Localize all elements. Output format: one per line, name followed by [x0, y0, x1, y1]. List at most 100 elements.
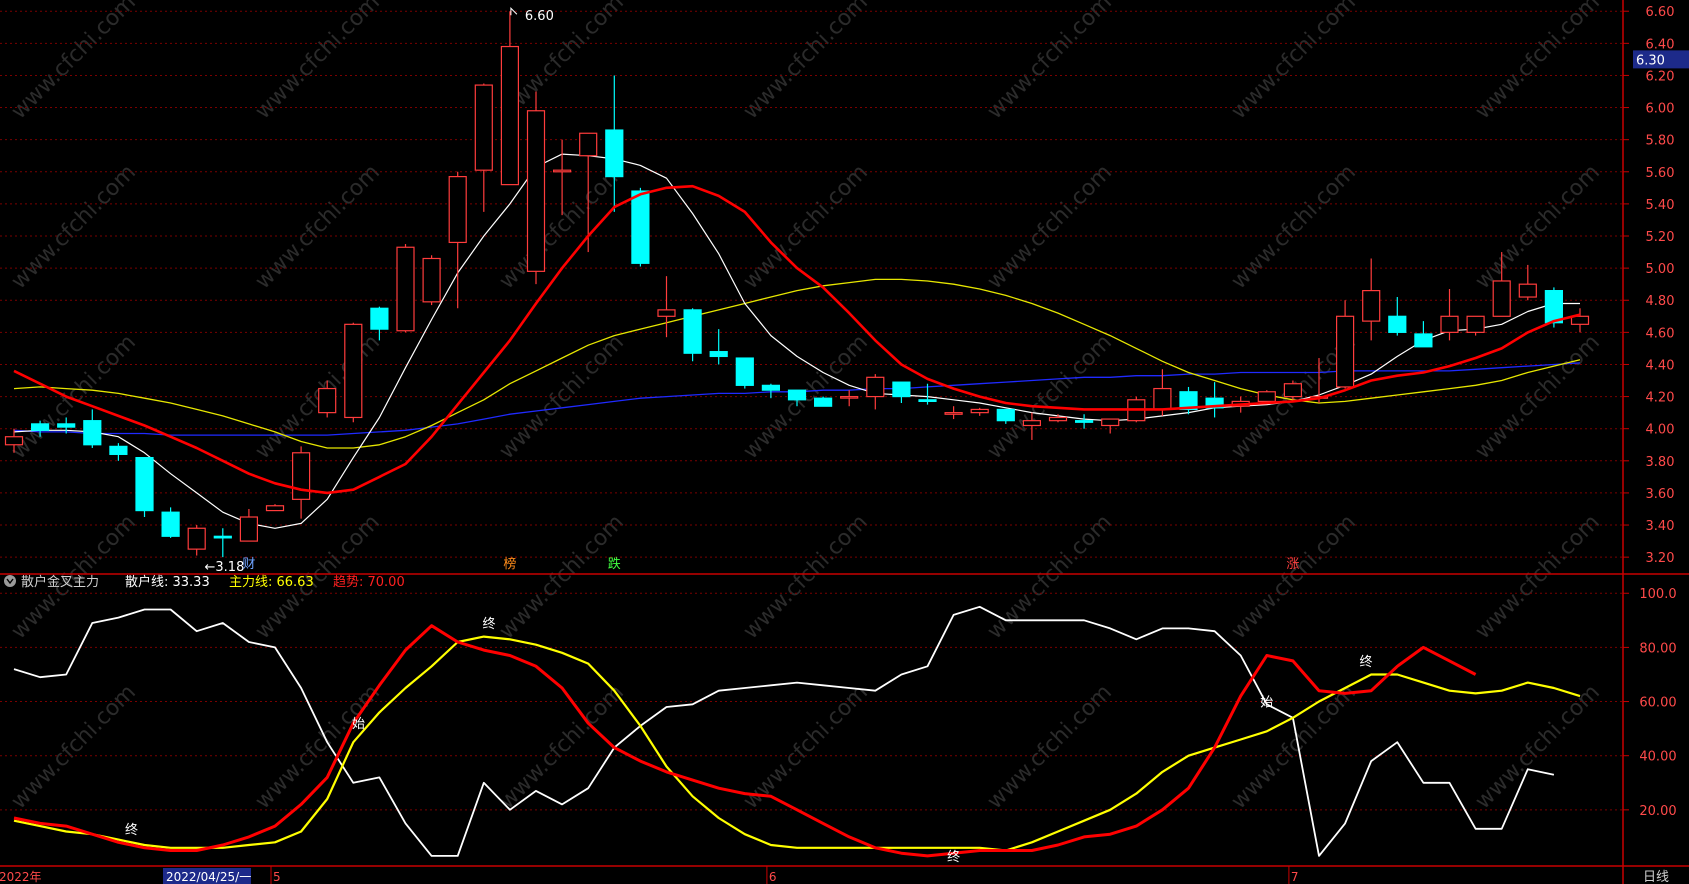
- watermark-text: www.cfchi.com: [739, 510, 873, 644]
- price-tick-label: 3.80: [1646, 455, 1675, 470]
- candle-body[interactable]: [1022, 420, 1042, 427]
- candle-body[interactable]: [605, 129, 624, 178]
- candle-body[interactable]: [448, 176, 467, 244]
- candle-body[interactable]: [944, 412, 963, 415]
- watermark-text: www.cfchi.com: [983, 680, 1117, 814]
- candlestick-series[interactable]: [4, 11, 1590, 558]
- signal-label: 始: [1260, 696, 1273, 711]
- price-tick-label: 6.60: [1646, 5, 1675, 20]
- candle-body[interactable]: [996, 408, 1015, 422]
- watermark-text: www.cfchi.com: [1471, 330, 1605, 464]
- watermark-text: www.cfchi.com: [495, 680, 629, 814]
- candle-body[interactable]: [135, 457, 154, 512]
- candle-body[interactable]: [552, 169, 572, 173]
- candle-body[interactable]: [1362, 290, 1381, 322]
- candle-body[interactable]: [161, 511, 180, 537]
- candle-body[interactable]: [474, 84, 493, 171]
- candle-body[interactable]: [813, 397, 833, 407]
- date-tick-label: 7: [1291, 870, 1299, 884]
- candle-body[interactable]: [187, 527, 206, 550]
- indicator-name[interactable]: 散户金叉主力: [21, 574, 99, 590]
- candle-body[interactable]: [344, 323, 363, 419]
- candle-body[interactable]: [83, 420, 102, 446]
- watermark-text: www.cfchi.com: [495, 510, 629, 644]
- trend-line: [13, 624, 1477, 858]
- candle-body[interactable]: [1153, 387, 1172, 411]
- price-tick-label: 6.00: [1646, 102, 1675, 117]
- price-tick-label: 5.20: [1646, 230, 1675, 245]
- candle-body[interactable]: [1570, 315, 1590, 325]
- candle-body[interactable]: [579, 132, 598, 157]
- candle-body[interactable]: [500, 45, 519, 186]
- candle-body[interactable]: [761, 384, 781, 391]
- watermark-text: www.cfchi.com: [251, 680, 385, 814]
- candle-body[interactable]: [4, 436, 24, 446]
- high-marker-label: 6.60: [525, 9, 554, 24]
- watermark-text: www.cfchi.com: [495, 330, 629, 464]
- watermark-text: www.cfchi.com: [739, 0, 873, 124]
- candle-body[interactable]: [1257, 391, 1276, 403]
- candle-body[interactable]: [970, 408, 989, 414]
- candle-body[interactable]: [892, 381, 911, 398]
- candle-body[interactable]: [918, 399, 937, 402]
- indicator-value-label: 散户线: 33.33: [125, 574, 210, 590]
- indicator-legend[interactable]: 散户金叉主力 散户线: 33.33 主力线: 66.63 趋势: 70.00: [4, 574, 405, 590]
- price-tick-label: 4.20: [1646, 391, 1675, 406]
- watermark-text: www.cfchi.com: [7, 330, 141, 464]
- candle-body[interactable]: [396, 246, 415, 332]
- price-tick-label: 5.80: [1646, 134, 1675, 149]
- selected-date-label: 2022/04/25/一: [166, 870, 251, 884]
- candle-body[interactable]: [1518, 283, 1537, 298]
- candle-body[interactable]: [370, 307, 389, 330]
- candle-body[interactable]: [1466, 315, 1485, 333]
- candle-body[interactable]: [840, 395, 859, 399]
- watermark-text: www.cfchi.com: [7, 680, 141, 814]
- candle-body[interactable]: [57, 423, 76, 428]
- candle-body[interactable]: [787, 389, 807, 401]
- price-tick-label: 3.60: [1646, 487, 1675, 502]
- candle-body[interactable]: [1101, 418, 1120, 427]
- candle-body[interactable]: [31, 423, 50, 431]
- candle-body[interactable]: [265, 505, 285, 512]
- candle-body[interactable]: [1335, 315, 1355, 388]
- panel-frames: [0, 0, 1689, 884]
- watermark-layer: www.cfchi.com www.cfchi.com www.cfchi.com w…: [7, 0, 1605, 814]
- candle-body[interactable]: [1440, 315, 1459, 333]
- candle-body[interactable]: [657, 309, 676, 317]
- indicator-menu-icon[interactable]: [4, 575, 16, 587]
- watermark-text: www.cfchi.com: [1471, 510, 1605, 644]
- candle-body[interactable]: [1544, 290, 1564, 324]
- candle-body[interactable]: [526, 110, 546, 272]
- period-label[interactable]: 日线: [1643, 870, 1669, 884]
- watermark-text: www.cfchi.com: [7, 160, 141, 294]
- candle-body[interactable]: [213, 535, 232, 539]
- candle-body[interactable]: [1492, 280, 1511, 317]
- candle-body[interactable]: [318, 387, 337, 414]
- indicator-lines: [13, 605, 1581, 858]
- watermark-text: www.cfchi.com: [983, 330, 1117, 464]
- candle-body[interactable]: [1048, 416, 1068, 422]
- price-tick-label: 4.40: [1646, 358, 1675, 373]
- price-axis: 6.60 6.40 6.20 6.00 5.80 5.60 5.40 5.20 5.00 4.80…: [1623, 5, 1689, 566]
- chart-canvas[interactable]: www.cfchi.com www.cfchi.com www.cfchi.com w…: [0, 0, 1689, 884]
- price-tick-label: 5.40: [1646, 198, 1675, 213]
- candle-body[interactable]: [292, 452, 311, 500]
- price-tick-label: 6.40: [1646, 37, 1675, 52]
- candle-body[interactable]: [683, 309, 702, 354]
- candle-body[interactable]: [1414, 333, 1433, 348]
- candle-body[interactable]: [866, 376, 885, 398]
- date-axis: 2022年 2022/04/25/一 5 6 7 日线: [0, 866, 1669, 884]
- candle-body[interactable]: [109, 445, 128, 455]
- candle-body[interactable]: [422, 257, 441, 303]
- indicator-axis: 100.0 80.00 60.00 40.00 20.00: [1623, 587, 1677, 819]
- candle-body[interactable]: [239, 516, 258, 542]
- signal-label: 终: [125, 822, 138, 838]
- candle-body[interactable]: [1074, 420, 1094, 423]
- candle-body[interactable]: [631, 190, 650, 264]
- candle-body[interactable]: [1283, 383, 1303, 398]
- watermark-text: www.cfchi.com: [1227, 510, 1361, 644]
- candle-body[interactable]: [735, 357, 754, 386]
- candle-body[interactable]: [709, 351, 728, 358]
- candle-body[interactable]: [1388, 315, 1407, 333]
- watermark-text: www.cfchi.com: [1227, 160, 1361, 294]
